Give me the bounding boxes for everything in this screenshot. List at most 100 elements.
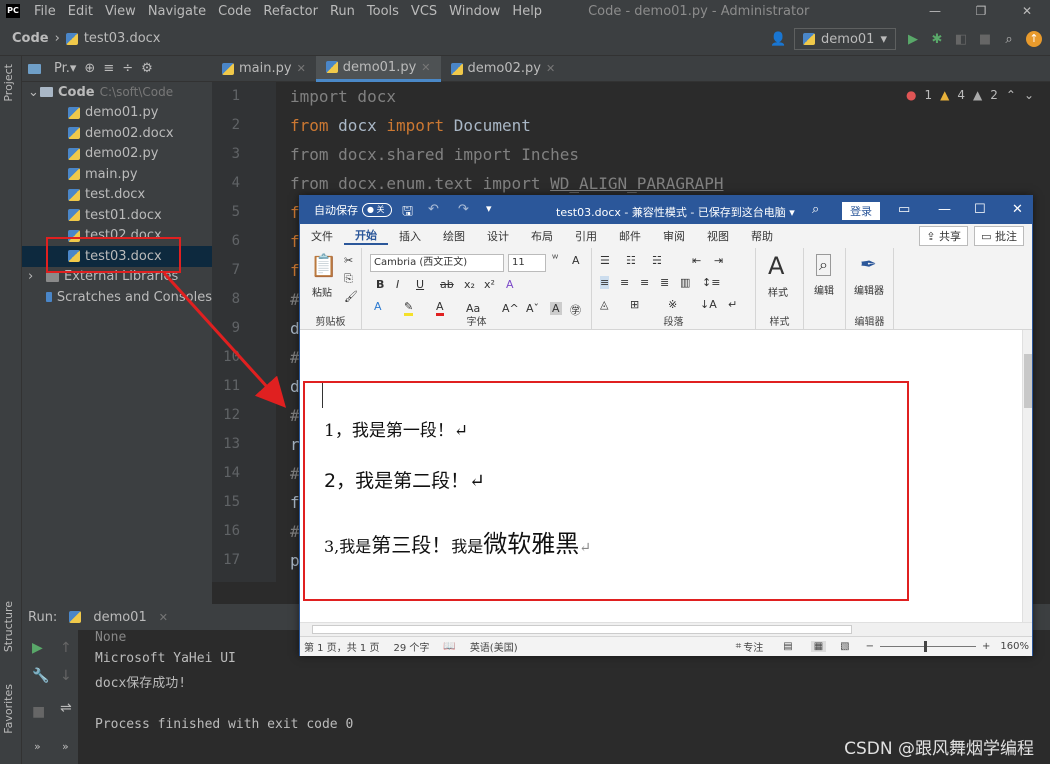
proofing-icon[interactable]: 📖 [443,641,455,652]
horizontal-scrollbar[interactable] [300,622,1032,636]
expand-all-icon[interactable]: ≡ [103,61,114,76]
print-layout-icon[interactable]: ▦ [810,641,827,652]
status-words[interactable]: 29 个字 [393,639,429,654]
minimize-icon[interactable]: — [912,0,958,22]
zoom-out-icon[interactable]: − [866,641,874,652]
menu-refactor[interactable]: Refactor [257,4,324,19]
tree-file-main-py[interactable]: main.py [22,164,212,185]
arrow-down-icon[interactable]: ↓ [60,668,72,684]
tab-demo01-py[interactable]: demo01.py ✕ [315,55,441,82]
bullets-icon[interactable]: ☰ [600,254,610,267]
gear-icon[interactable]: ⚙ [141,61,153,76]
tab-design[interactable]: 设计 [476,228,520,244]
menu-help[interactable]: Help [506,4,548,19]
styles-icon[interactable]: A [768,252,784,280]
shading-icon[interactable]: ◬ [600,298,608,311]
customize-icon[interactable]: ▾ [486,202,492,215]
search-icon[interactable]: ⌕ [812,202,819,217]
zoom-in-icon[interactable]: + [982,641,990,652]
autosave-toggle[interactable]: ● 关 [362,203,392,217]
comment-button[interactable]: ▭ 批注 [974,226,1024,246]
collapse-all-icon[interactable]: ÷ [122,61,133,76]
menu-tools[interactable]: Tools [361,4,405,19]
numbering-icon[interactable]: ☷ [626,254,636,267]
rerun-icon[interactable]: ▶ [32,640,43,656]
breadcrumb-file[interactable]: test03.docx [84,31,161,46]
align-left-icon[interactable]: ≡ [600,276,610,289]
align-right-icon[interactable]: ≡ [640,276,649,289]
paste-icon[interactable]: 📋 [310,254,337,279]
close-icon[interactable]: ✕ [1012,202,1023,217]
run-config-select[interactable]: demo01 ▾ [794,28,896,50]
zoom-slider-handle[interactable] [924,641,928,652]
superscript-icon[interactable]: x² [484,278,495,291]
menu-edit[interactable]: Edit [62,4,99,19]
soft-wrap-icon[interactable]: ⇌ [60,700,72,716]
menu-window[interactable]: Window [443,4,506,19]
close-icon[interactable]: ✕ [421,61,430,74]
tab-references[interactable]: 引用 [564,228,608,244]
tab-demo02-py[interactable]: demo02.py ✕ [441,56,566,82]
tab-mailings[interactable]: 邮件 [608,228,652,244]
run-tab-demo01[interactable]: demo01 [93,610,146,625]
autosave-control[interactable]: 自动保存 ● 关 [314,202,392,218]
search-icon[interactable]: ⌕ [1002,32,1016,47]
save-icon[interactable]: 🖫 [402,202,413,224]
close-icon[interactable]: ✕ [546,62,555,75]
phonetic-guide-icon[interactable]: ᵂ [552,254,558,265]
tree-root[interactable]: ⌄ Code C:\soft\Code [22,82,212,103]
project-tool-tab[interactable]: Project [2,64,15,102]
close-icon[interactable]: ✕ [297,62,306,75]
format-painter-icon[interactable]: 🖌 [344,290,358,303]
restore-icon[interactable]: ❐ [958,0,1004,22]
ribbon-display-icon[interactable]: ▭ [898,202,910,217]
inspection-widget[interactable]: ● 1 ▲ 4 ▲ 2 ⌃ ⌄ [906,88,1034,102]
login-button[interactable]: 登录 [842,202,880,220]
run-icon[interactable]: ▶ [906,32,920,47]
tab-file[interactable]: 文件 [300,228,344,244]
menu-navigate[interactable]: Navigate [142,4,212,19]
align-center-icon[interactable]: ≡ [620,276,629,289]
more-icon[interactable]: » [62,740,69,753]
font-size-select[interactable]: 11 [508,254,546,272]
bold-icon[interactable]: B [376,278,384,291]
char-border-icon[interactable]: A [572,254,580,267]
close-icon[interactable]: ✕ [159,611,168,624]
update-icon[interactable]: ↑ [1026,31,1042,47]
close-icon[interactable]: ✕ [1004,0,1050,22]
user-icon[interactable]: 👤 [770,32,786,47]
tab-main-py[interactable]: main.py ✕ [212,56,316,82]
multilevel-list-icon[interactable]: ☵ [652,254,662,267]
maximize-icon[interactable]: ☐ [974,202,986,217]
favorites-tool-tab[interactable]: Favorites [2,684,15,734]
menu-file[interactable]: File [28,4,62,19]
justify-icon[interactable]: ≣ [660,276,669,289]
underline-icon[interactable]: U [416,278,424,291]
coverage-icon[interactable]: ◧ [954,32,968,47]
more-icon[interactable]: » [34,740,41,753]
menu-run[interactable]: Run [324,4,361,19]
tab-view[interactable]: 视图 [696,228,740,244]
arrow-up-icon[interactable]: ↑ [60,640,72,656]
tab-insert[interactable]: 插入 [388,228,432,244]
hscroll-thumb[interactable] [312,625,852,634]
tree-file-demo02-py[interactable]: demo02.py [22,144,212,165]
tree-file-test01-docx[interactable]: test01.docx [22,205,212,226]
scroll-thumb[interactable] [1024,354,1032,408]
status-language[interactable]: 英语(美国) [470,639,518,654]
tab-help[interactable]: 帮助 [740,228,784,244]
status-page[interactable]: 第 1 页，共 1 页 [304,639,379,654]
project-view-select[interactable]: Pr.▾ [54,61,76,76]
undo-icon[interactable]: ↶ [428,202,439,217]
read-mode-icon[interactable]: ▤ [783,641,792,652]
tab-review[interactable]: 审阅 [652,228,696,244]
subscript-icon[interactable]: x₂ [464,278,475,291]
copy-icon[interactable]: ⎘ [344,272,353,286]
tab-home[interactable]: 开始 [344,227,388,245]
vertical-scrollbar[interactable] [1022,330,1032,622]
document-page[interactable]: 1，我是第一段！↵ 2，我是第二段！↵ 3,我是第三段！我是微软雅黑↵ [300,330,1022,622]
wrench-icon[interactable]: 🔧 [32,668,49,684]
text-effects-icon[interactable]: A [506,278,514,291]
search-icon[interactable]: ⌕ [816,254,831,276]
menu-view[interactable]: View [99,4,142,19]
